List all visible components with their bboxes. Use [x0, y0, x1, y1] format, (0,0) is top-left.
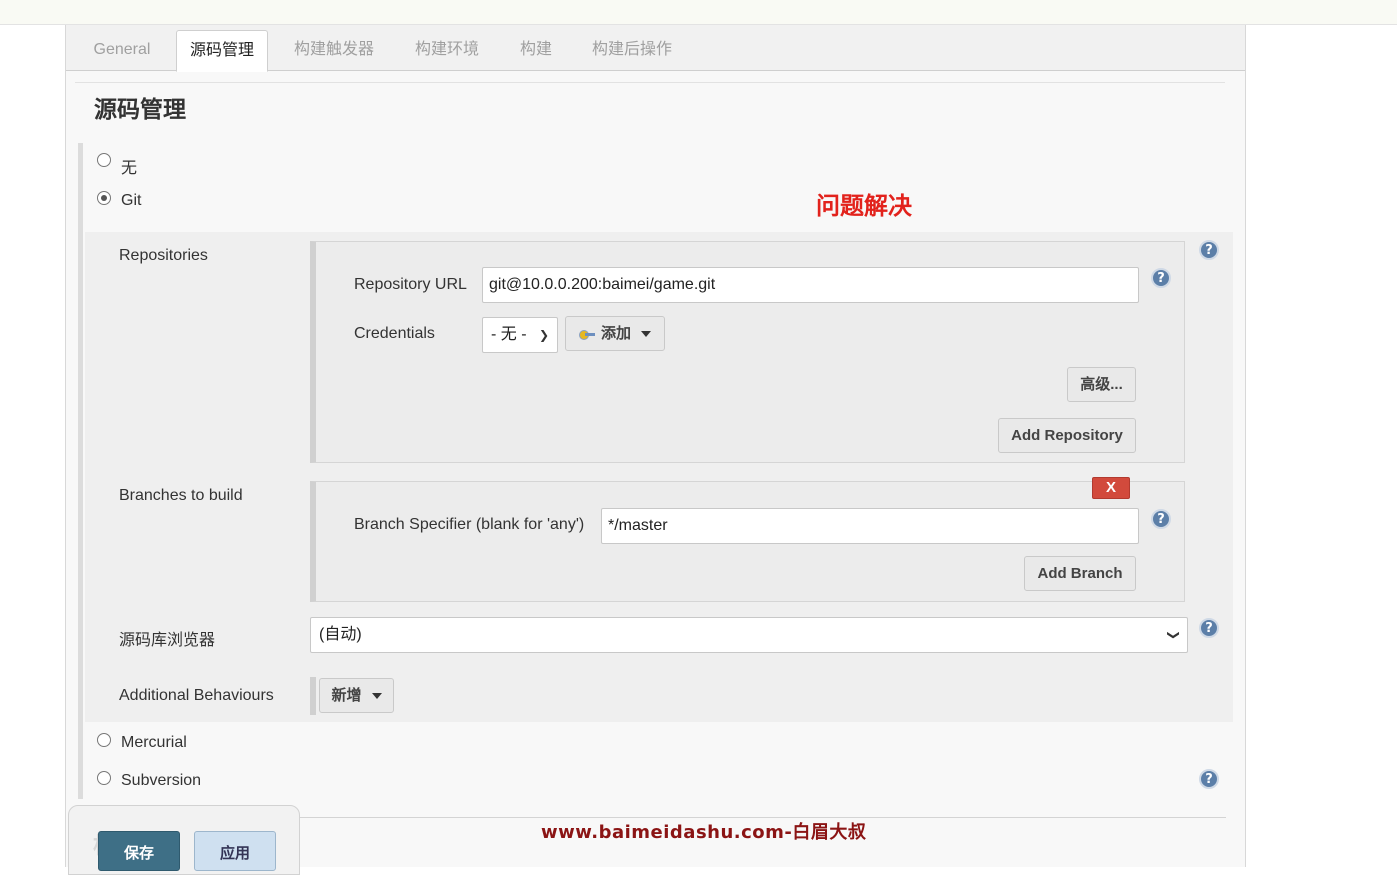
repo-browser-help-icon[interactable]: ? [1199, 618, 1219, 638]
add-behaviour-label: 新增 [331, 687, 362, 704]
branch-specifier-help-icon[interactable]: ? [1151, 509, 1171, 529]
radio-scm-none[interactable] [97, 153, 111, 167]
chevron-down-icon: ❯ [1166, 629, 1181, 641]
repo-browser-select-value: (自动) [319, 626, 362, 643]
radio-scm-mercurial-label: Mercurial [121, 734, 187, 751]
radio-scm-git[interactable] [97, 191, 111, 205]
save-button[interactable]: 保存 [98, 831, 180, 871]
add-repository-button[interactable]: Add Repository [998, 418, 1136, 453]
section-left-bar [78, 143, 83, 799]
radio-scm-none-label: 无 [121, 160, 138, 177]
tab-post-build-actions[interactable]: 构建后操作 [578, 30, 686, 72]
caret-down-icon [641, 331, 651, 338]
chevron-down-icon: ❯ [538, 328, 549, 342]
radio-scm-subversion-label: Subversion [121, 772, 202, 789]
title-divider [75, 82, 1225, 83]
subversion-help-icon[interactable]: ? [1199, 769, 1219, 789]
caret-down-icon [371, 693, 382, 700]
add-credentials-label: 添加 [600, 325, 631, 342]
advanced-button[interactable]: 高级... [1067, 367, 1136, 402]
tab-build-environment[interactable]: 构建环境 [402, 30, 492, 72]
repositories-label: Repositories [119, 247, 208, 264]
watermark: www.baimeidashu.com-白眉大叔 [541, 822, 867, 843]
page-title: 源码管理 [94, 97, 186, 123]
annotation-note: 问题解决 [816, 192, 912, 220]
repo-browser-label: 源码库浏览器 [119, 632, 216, 649]
top-bar [0, 0, 1397, 25]
add-branch-button[interactable]: Add Branch [1024, 556, 1136, 591]
credentials-select-value: - 无 - [491, 326, 527, 343]
tab-build[interactable]: 构建 [506, 30, 566, 72]
branches-label: Branches to build [119, 487, 243, 504]
add-behaviour-button[interactable]: 新增 [319, 678, 394, 713]
repository-url-input[interactable]: git@10.0.0.200:baimei/game.git [482, 267, 1139, 303]
tab-general[interactable]: General [80, 30, 164, 72]
credentials-select[interactable]: - 无 - ❯ [482, 317, 558, 353]
add-credentials-button[interactable]: 添加 [565, 316, 665, 351]
radio-scm-git-label: Git [121, 192, 142, 209]
apply-button[interactable]: 应用 [194, 831, 276, 871]
radio-scm-subversion[interactable] [97, 771, 111, 785]
key-icon [578, 329, 595, 341]
branch-specifier-input[interactable]: */master [601, 508, 1139, 544]
tab-build-triggers[interactable]: 构建触发器 [280, 30, 388, 72]
repo-browser-select[interactable]: (自动) ❯ [310, 617, 1188, 653]
tab-scm[interactable]: 源码管理 [176, 30, 268, 72]
radio-scm-mercurial[interactable] [97, 733, 111, 747]
credentials-label: Credentials [354, 325, 435, 342]
repository-url-help-icon[interactable]: ? [1151, 268, 1171, 288]
repositories-help-icon[interactable]: ? [1199, 240, 1219, 260]
behaviours-left-bar [310, 677, 316, 715]
additional-behaviours-label: Additional Behaviours [119, 687, 274, 704]
tab-bar: General 源码管理 构建触发器 构建环境 构建 构建后操作 [66, 25, 1245, 72]
repository-url-label: Repository URL [354, 276, 467, 293]
delete-branch-button[interactable]: X [1092, 477, 1130, 499]
branch-specifier-label: Branch Specifier (blank for 'any') [354, 516, 585, 533]
